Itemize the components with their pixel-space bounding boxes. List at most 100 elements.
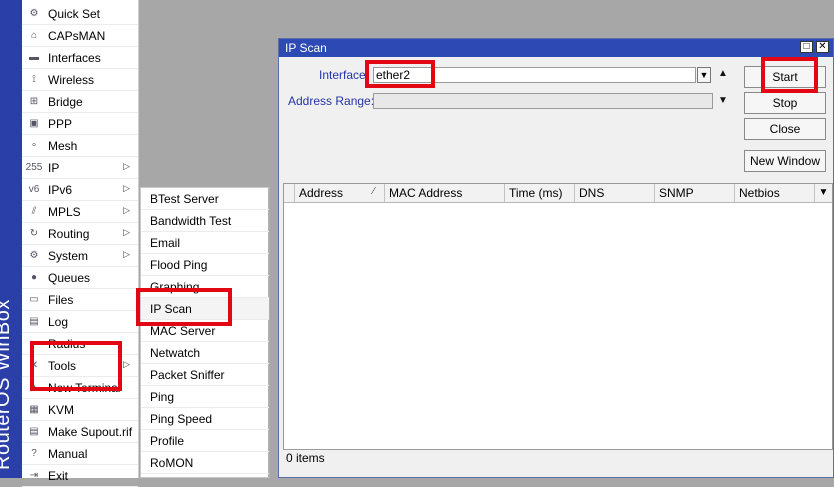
sidebar-item-interfaces[interactable]: ▬ Interfaces xyxy=(22,47,138,69)
sidebar-item-label: CAPsMAN xyxy=(48,28,106,43)
menu-item-romon[interactable]: RoMON xyxy=(141,452,269,474)
menu-item-packet-sniffer[interactable]: Packet Sniffer xyxy=(141,364,269,386)
sidebar-item-exit[interactable]: ⇥ Exit xyxy=(22,465,138,487)
sidebar-item-log[interactable]: ▤ Log xyxy=(22,311,138,333)
queues-icon: ● xyxy=(30,272,38,283)
sidebar-item-ip[interactable]: 255 IP ▷ xyxy=(22,157,138,179)
submenu-arrow-icon: ▷ xyxy=(123,161,130,171)
sort-icon: ⁄ xyxy=(373,186,375,197)
brand-bar: RouterOS WinBox xyxy=(0,0,22,478)
sidebar-item-label: Interfaces xyxy=(48,50,101,65)
window-titlebar[interactable]: IP Scan □ ✕ xyxy=(279,39,833,57)
start-button[interactable]: Start xyxy=(744,66,826,88)
capsman-icon: ⌂ xyxy=(30,30,38,41)
sidebar-item-mesh[interactable]: ∘ Mesh xyxy=(22,135,138,157)
files-icon: ▭ xyxy=(29,294,39,305)
interface-dropdown-icon[interactable]: ▼ xyxy=(697,67,711,83)
sidebar-item-files[interactable]: ▭ Files xyxy=(22,289,138,311)
interface-select[interactable]: ether2 xyxy=(373,67,696,83)
sidebar: ⚙ Quick Set ⌂ CAPsMAN ▬ Interfaces ⟟ Wireless ⊞ B… xyxy=(22,0,139,487)
brand-text: RouterOS WinBox xyxy=(0,299,14,470)
column-address[interactable]: Address xyxy=(294,184,384,202)
window-title: IP Scan xyxy=(285,41,327,55)
menu-item-mac-server[interactable]: MAC Server xyxy=(141,320,269,342)
menu-item-bandwidth-test[interactable]: Bandwidth Test xyxy=(141,210,269,232)
sidebar-item-label: Radius xyxy=(48,336,86,351)
kvm-icon: ▦ xyxy=(29,404,39,415)
mpls-icon: ⫽ xyxy=(31,206,37,217)
close-button[interactable]: Close xyxy=(744,118,826,140)
menu-item-ping-speed[interactable]: Ping Speed xyxy=(141,408,269,430)
sidebar-item-label: Exit xyxy=(48,468,69,483)
table-header: Address ⁄ MAC Address Time (ms) DNS SNMP… xyxy=(284,184,832,203)
sidebar-item-label: KVM xyxy=(48,402,75,417)
supout-icon: ▤ xyxy=(29,426,39,437)
sidebar-item-label: Log xyxy=(48,314,69,329)
menu-item-profile[interactable]: Profile xyxy=(141,430,269,452)
columns-menu-icon[interactable]: ▼ xyxy=(814,184,832,202)
column-mac-address[interactable]: MAC Address xyxy=(384,184,504,202)
sidebar-item-ipv6[interactable]: v6 IPv6 ▷ xyxy=(22,179,138,201)
column-snmp[interactable]: SNMP xyxy=(654,184,734,202)
column-time[interactable]: Time (ms) xyxy=(504,184,574,202)
sidebar-item-tools[interactable]: ✕ Tools ▷ xyxy=(22,355,138,377)
sidebar-item-label: Mesh xyxy=(48,138,78,153)
maximize-icon[interactable]: □ xyxy=(800,41,813,53)
sidebar-item-kvm[interactable]: ▦ KVM xyxy=(22,399,138,421)
close-icon[interactable]: ✕ xyxy=(816,41,829,53)
address-range-label: Address Range: xyxy=(288,94,375,108)
sidebar-item-ppp[interactable]: ▣ PPP xyxy=(22,113,138,135)
address-range-input[interactable] xyxy=(373,93,713,109)
ppp-icon: ▣ xyxy=(29,118,39,129)
address-range-dropdown-icon[interactable]: ▼ xyxy=(718,95,728,106)
sidebar-item-label: PPP xyxy=(48,116,73,131)
scan-results-table: Address ⁄ MAC Address Time (ms) DNS SNMP… xyxy=(283,183,833,467)
table-corner xyxy=(284,184,294,202)
sidebar-item-manual[interactable]: ? Manual xyxy=(22,443,138,465)
sidebar-item-quick-set[interactable]: ⚙ Quick Set xyxy=(22,3,138,25)
sidebar-item-make-supout-rif[interactable]: ▤ Make Supout.rif xyxy=(22,421,138,443)
stop-button[interactable]: Stop xyxy=(744,92,826,114)
column-netbios[interactable]: Netbios xyxy=(734,184,814,202)
ip-scan-window: IP Scan □ ✕ Interface: ether2 ▼ ▲ Addres… xyxy=(278,38,834,478)
sidebar-item-queues[interactable]: ● Queues xyxy=(22,267,138,289)
menu-item-graphing[interactable]: Graphing xyxy=(141,276,269,298)
sidebar-item-label: Bridge xyxy=(48,94,83,109)
interface-label: Interface: xyxy=(319,68,370,82)
terminal-icon: ▪ xyxy=(32,382,36,393)
sidebar-item-system[interactable]: ⚙ System ▷ xyxy=(22,245,138,267)
mesh-icon: ∘ xyxy=(30,140,38,151)
sidebar-item-label: Files xyxy=(48,292,74,307)
ip-icon: 255 xyxy=(25,162,43,173)
collapse-up-icon[interactable]: ▲ xyxy=(718,68,728,79)
sidebar-item-radius[interactable]: ◐ Radius xyxy=(22,333,138,355)
log-icon: ▤ xyxy=(29,316,39,327)
sidebar-item-mpls[interactable]: ⫽ MPLS ▷ xyxy=(22,201,138,223)
column-dns[interactable]: DNS xyxy=(574,184,654,202)
sidebar-item-label: Queues xyxy=(48,270,91,285)
menu-item-flood-ping[interactable]: Flood Ping xyxy=(141,254,269,276)
sidebar-item-label: Manual xyxy=(48,446,88,461)
radius-icon: ◐ xyxy=(30,338,38,349)
sidebar-item-capsman[interactable]: ⌂ CAPsMAN xyxy=(22,25,138,47)
quick-set-icon: ⚙ xyxy=(29,8,39,19)
sidebar-item-label: New Terminal xyxy=(48,380,121,395)
new-window-button[interactable]: New Window xyxy=(744,150,826,172)
tools-icon: ✕ xyxy=(29,360,39,371)
menu-item-btest-server[interactable]: BTest Server xyxy=(141,188,269,210)
sidebar-item-bridge[interactable]: ⊞ Bridge xyxy=(22,91,138,113)
sidebar-item-label: Wireless xyxy=(48,72,95,87)
sidebar-item-new-terminal[interactable]: ▪ New Terminal xyxy=(22,377,138,399)
sidebar-item-label: Make Supout.rif xyxy=(48,424,133,439)
tools-submenu: BTest Server Bandwidth Test Email Flood Pin… xyxy=(140,187,270,478)
menu-item-ping[interactable]: Ping xyxy=(141,386,269,408)
menu-item-netwatch[interactable]: Netwatch xyxy=(141,342,269,364)
status-bar: 0 items xyxy=(283,449,833,467)
submenu-arrow-icon: ▷ xyxy=(123,227,130,237)
sidebar-item-routing[interactable]: ↻ Routing ▷ xyxy=(22,223,138,245)
bridge-icon: ⊞ xyxy=(29,96,39,107)
menu-item-email[interactable]: Email xyxy=(141,232,269,254)
sidebar-item-wireless[interactable]: ⟟ Wireless xyxy=(22,69,138,91)
menu-item-ip-scan[interactable]: IP Scan xyxy=(141,298,269,320)
submenu-arrow-icon: ▷ xyxy=(123,183,130,193)
